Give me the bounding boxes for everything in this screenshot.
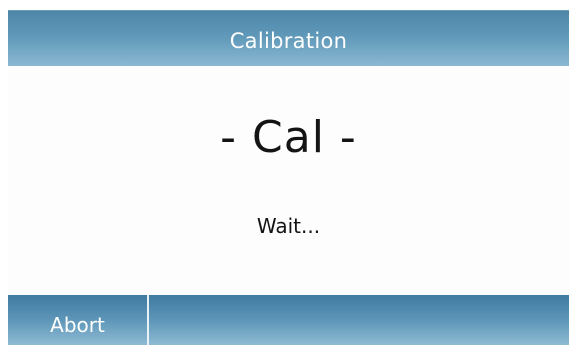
bottom-toolbar: Abort bbox=[8, 295, 569, 345]
wait-message: Wait... bbox=[256, 214, 321, 238]
title-bar: Calibration bbox=[8, 10, 569, 66]
status-panel: - Cal - Wait... bbox=[8, 66, 569, 295]
abort-button[interactable]: Abort bbox=[8, 295, 147, 345]
calibration-status-title: - Cal - bbox=[220, 112, 357, 163]
calibration-screen: Calibration - Cal - Wait... Abort bbox=[0, 0, 577, 349]
toolbar-empty-slot bbox=[149, 295, 569, 345]
page-title: Calibration bbox=[229, 28, 348, 53]
